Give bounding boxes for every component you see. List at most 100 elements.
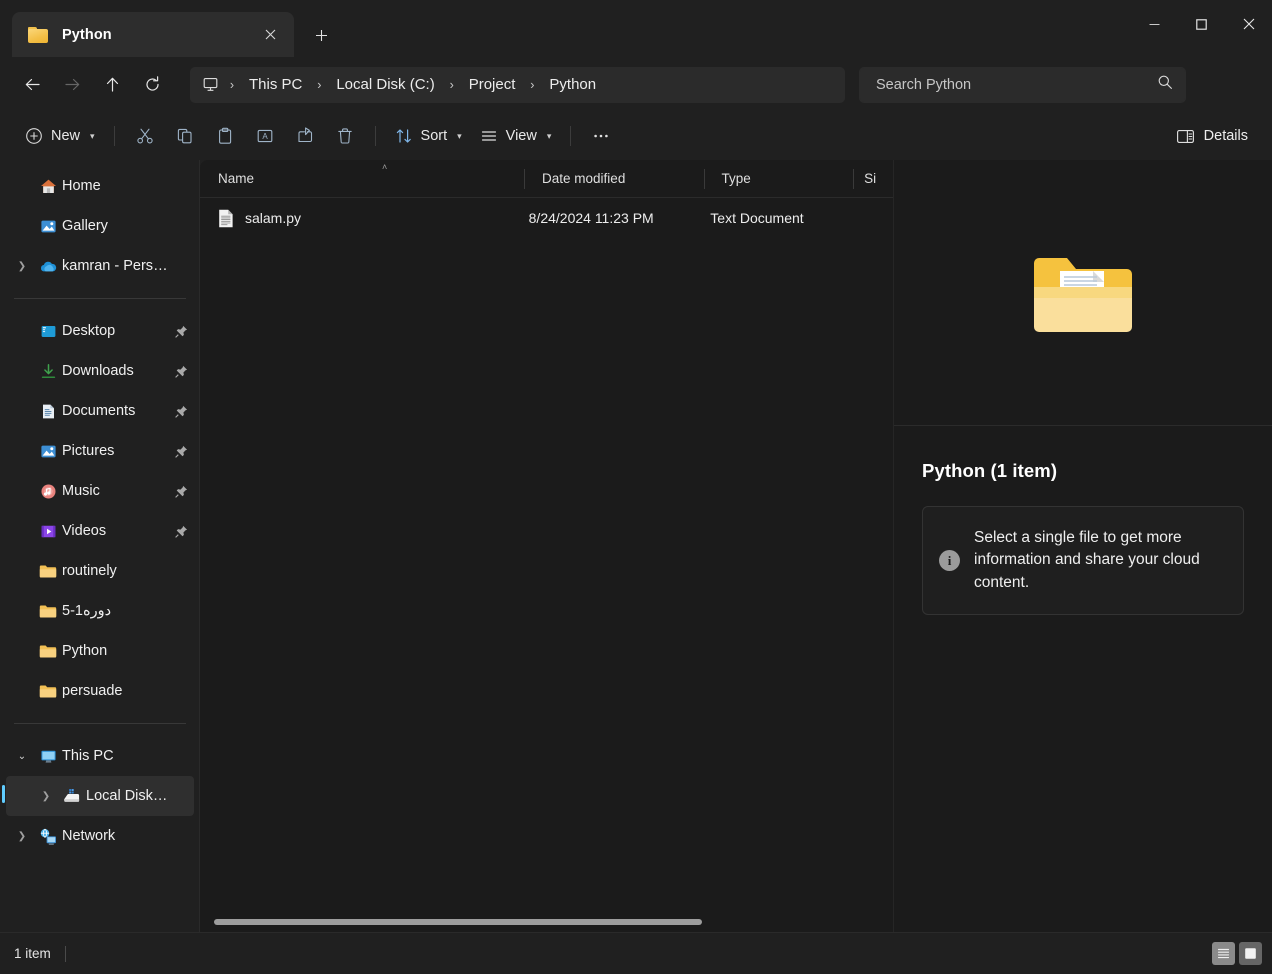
sidebar-item-documents[interactable]: Documents	[6, 391, 194, 431]
sidebar-item-dore1-5[interactable]: دوره1-5	[6, 591, 194, 631]
file-list-pane[interactable]: ˄ Name Date modified Type Si	[200, 160, 893, 932]
local-disk-icon	[58, 788, 86, 804]
file-type-cell: Text Document	[698, 210, 847, 226]
cut-button[interactable]	[125, 119, 165, 153]
pin-icon[interactable]	[168, 445, 194, 458]
sidebar-item-network[interactable]: ❯ Network	[6, 816, 194, 856]
search-icon[interactable]	[1157, 74, 1173, 95]
sidebar-item-videos[interactable]: Videos	[6, 511, 194, 551]
chevron-right-icon[interactable]: ❯	[34, 791, 58, 802]
sidebar-item-kamran-personal[interactable]: ❯ kamran - Personal	[6, 246, 194, 286]
up-arrow-icon[interactable]	[94, 67, 130, 103]
chevron-down-icon[interactable]: ⌄	[10, 751, 34, 762]
details-pane: Python (1 item) i Select a single file t…	[893, 160, 1272, 932]
new-button[interactable]: New ▾	[16, 119, 104, 153]
sidebar-item-label: Videos	[62, 523, 168, 539]
sidebar-item-this-pc[interactable]: ⌄ This PC	[6, 736, 194, 776]
breadcrumb-item-this-pc[interactable]: This PC	[241, 72, 310, 97]
delete-button[interactable]	[325, 119, 365, 153]
folder-with-document-icon	[1030, 249, 1136, 337]
column-label: Si	[864, 171, 876, 186]
search-box[interactable]	[859, 67, 1186, 103]
paste-button[interactable]	[205, 119, 245, 153]
column-header-size[interactable]: Si	[853, 160, 893, 198]
file-explorer-window: Python	[0, 0, 1272, 974]
pin-icon[interactable]	[168, 525, 194, 538]
copy-button[interactable]	[165, 119, 205, 153]
file-rows[interactable]: salam.py 8/24/2024 11:23 PM Text Documen…	[200, 198, 893, 932]
this-pc-icon	[34, 748, 62, 765]
tab-python[interactable]: Python	[12, 12, 294, 57]
share-button[interactable]	[285, 119, 325, 153]
close-icon[interactable]	[256, 21, 284, 49]
breadcrumb-item-project[interactable]: Project	[461, 72, 524, 97]
breadcrumb-item-local-disk[interactable]: Local Disk (C:)	[328, 72, 442, 97]
new-tab-button[interactable]	[304, 18, 338, 52]
sort-ascending-caret: ˄	[382, 162, 387, 172]
file-date-modified-cell: 8/24/2024 11:23 PM	[517, 210, 699, 226]
more-options-button[interactable]	[581, 119, 621, 153]
address-bar-breadcrumb[interactable]: › This PC › Local Disk (C:) › Project › …	[190, 67, 845, 103]
sidebar-item-python[interactable]: Python	[6, 631, 194, 671]
onedrive-cloud-icon	[34, 258, 62, 275]
sidebar-item-pictures[interactable]: Pictures	[6, 431, 194, 471]
chevron-down-icon: ▾	[547, 131, 552, 142]
status-divider	[65, 946, 66, 962]
music-icon	[34, 483, 62, 500]
sidebar-item-routinely[interactable]: routinely	[6, 551, 194, 591]
sidebar-divider	[14, 298, 186, 299]
rename-button[interactable]: A	[245, 119, 285, 153]
maximize-icon[interactable]	[1178, 0, 1225, 48]
navigation-sidebar[interactable]: Home Gallery ❯	[0, 160, 200, 932]
minimize-icon[interactable]	[1131, 0, 1178, 48]
sidebar-item-label: Desktop	[62, 323, 168, 339]
horizontal-scrollbar[interactable]	[214, 917, 873, 927]
details-pane-toggle[interactable]: Details	[1166, 119, 1258, 153]
large-icons-view-icon[interactable]	[1239, 942, 1262, 965]
this-pc-icon[interactable]	[202, 76, 219, 93]
sidebar-item-downloads[interactable]: Downloads	[6, 351, 194, 391]
pin-icon[interactable]	[168, 325, 194, 338]
breadcrumb-separator: ›	[310, 78, 328, 92]
pin-icon[interactable]	[168, 485, 194, 498]
sidebar-item-persuade[interactable]: persuade	[6, 671, 194, 711]
sort-button-label: Sort	[421, 128, 448, 144]
sidebar-item-label: دوره1-5	[62, 603, 168, 619]
search-input[interactable]	[876, 77, 1157, 93]
sidebar-item-label: Home	[62, 178, 168, 194]
new-button-label: New	[51, 128, 80, 144]
sidebar-item-local-disk-c[interactable]: ❯ Local Disk (C:)	[6, 776, 194, 816]
details-view-icon[interactable]	[1212, 942, 1235, 965]
sidebar-item-label: Music	[62, 483, 168, 499]
text-file-icon	[218, 209, 234, 228]
details-button-label: Details	[1204, 128, 1248, 144]
chevron-right-icon[interactable]: ❯	[10, 831, 34, 842]
back-arrow-icon[interactable]	[14, 67, 50, 103]
column-header-date-modified[interactable]: Date modified	[524, 160, 703, 198]
sidebar-item-music[interactable]: Music	[6, 471, 194, 511]
pin-icon[interactable]	[168, 365, 194, 378]
sidebar-item-desktop[interactable]: Desktop	[6, 311, 194, 351]
close-icon[interactable]	[1225, 0, 1272, 48]
sidebar-item-label: Network	[62, 828, 168, 844]
sort-button[interactable]: Sort ▾	[386, 119, 471, 153]
pin-icon[interactable]	[168, 405, 194, 418]
file-name-cell[interactable]: salam.py	[206, 209, 517, 228]
view-button[interactable]: View ▾	[471, 119, 561, 153]
sidebar-item-gallery[interactable]: Gallery	[6, 206, 194, 246]
folder-icon	[28, 27, 48, 43]
desktop-icon	[34, 323, 62, 340]
view-toggle-group	[1212, 942, 1262, 965]
column-header-name[interactable]: ˄ Name	[200, 160, 524, 198]
table-row[interactable]: salam.py 8/24/2024 11:23 PM Text Documen…	[206, 200, 887, 236]
refresh-icon[interactable]	[134, 67, 170, 103]
column-label: Name	[218, 171, 254, 186]
info-card: i Select a single file to get more infor…	[922, 506, 1244, 615]
chevron-right-icon[interactable]: ❯	[10, 261, 34, 272]
pictures-icon	[34, 443, 62, 460]
sidebar-item-home[interactable]: Home	[6, 166, 194, 206]
column-header-type[interactable]: Type	[704, 160, 854, 198]
breadcrumb-item-python[interactable]: Python	[541, 72, 604, 97]
horizontal-scrollbar-thumb[interactable]	[214, 919, 702, 925]
videos-icon	[34, 523, 62, 540]
